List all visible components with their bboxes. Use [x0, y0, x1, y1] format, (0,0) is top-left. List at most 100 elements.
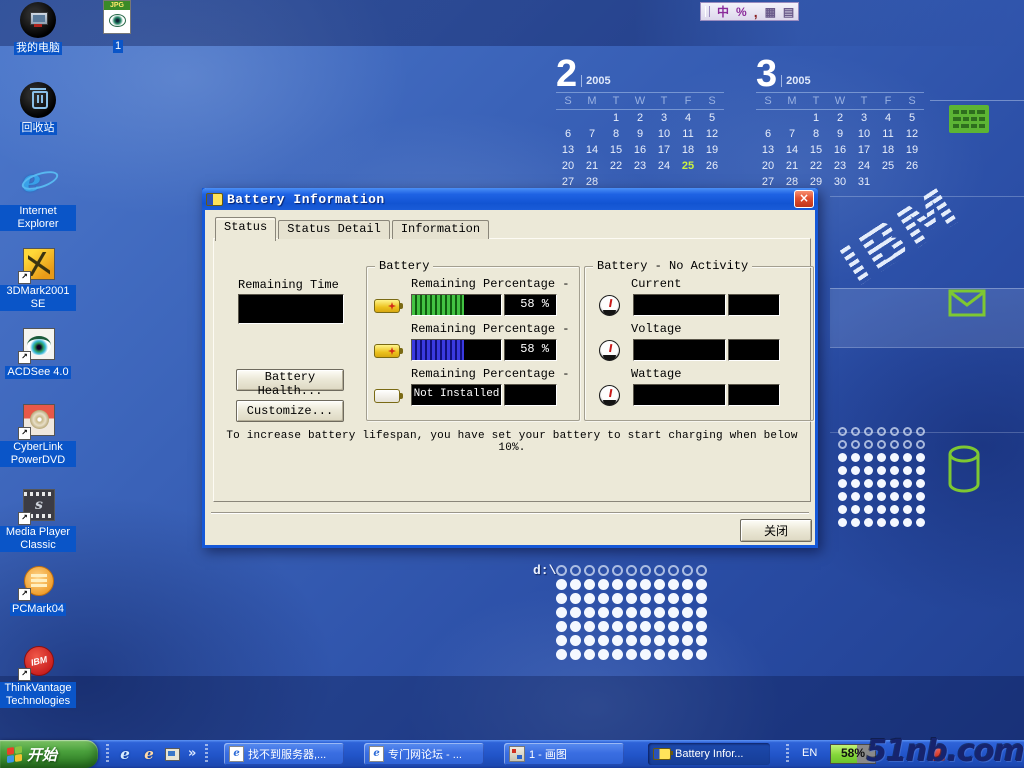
- wattage-label: Wattage: [631, 367, 681, 381]
- wallpaper-dot: [851, 427, 860, 436]
- desktop-icon-recycle-bin[interactable]: 回收站: [0, 82, 76, 136]
- wallpaper-dot: [626, 649, 637, 660]
- ie-page-icon: e: [229, 746, 244, 762]
- tray-battery-meter[interactable]: 58%: [830, 744, 876, 764]
- calendar-year: 2005: [581, 75, 610, 87]
- desktop-icon-thinkvantage[interactable]: IBM↗ ThinkVantage Technologies: [0, 643, 76, 709]
- quicklaunch-overflow-chevron[interactable]: »: [188, 745, 196, 763]
- language-indicator[interactable]: EN: [802, 747, 817, 759]
- wallpaper-dot: [654, 593, 665, 604]
- customize-button[interactable]: Customize...: [236, 400, 344, 422]
- calendar-day: 31: [852, 174, 876, 190]
- shortcut-arrow-icon: ↗: [18, 668, 31, 681]
- wattage-display: [633, 384, 726, 406]
- calendar-day: 16: [828, 142, 852, 158]
- remaining-percentage-label: Remaining Percentage -: [411, 367, 569, 381]
- desktop-icon-acdsee[interactable]: ↗ ACDSee 4.0: [0, 326, 76, 380]
- remaining-time-display: [238, 294, 344, 324]
- icon-label: 3DMark2001 SE: [0, 285, 76, 311]
- desktop-icon-jpg-file[interactable]: JPG 1: [96, 0, 140, 54]
- desktop-icon-media-player-classic[interactable]: s↗ Media Player Classic: [0, 487, 76, 553]
- calendar-february: 2 2005 SMTWTFS12345678910111213141516171…: [556, 56, 728, 190]
- shortcut-arrow-icon: ↗: [18, 427, 31, 440]
- wallpaper-dot: [612, 565, 623, 576]
- wallpaper-dot: [682, 593, 693, 604]
- close-button[interactable]: 关闭: [740, 519, 812, 542]
- ime-punctuation-icon[interactable]: ,: [754, 6, 758, 18]
- language-bar[interactable]: 中 % , ▦ ▤: [700, 2, 799, 21]
- shortcut-arrow-icon: ↗: [18, 271, 31, 284]
- desktop-icon-powerdvd[interactable]: ↗ CyberLink PowerDVD: [0, 402, 76, 468]
- ime-menu-icon[interactable]: ▤: [783, 6, 794, 18]
- wallpaper-dot: [890, 479, 899, 488]
- wallpaper-dot: [903, 505, 912, 514]
- quicklaunch-outlook-icon[interactable]: e: [140, 745, 158, 763]
- desktop-icon-internet-explorer[interactable]: e Internet Explorer: [0, 166, 76, 232]
- desktop-icon-pcmark04[interactable]: ↗ PCMark04: [0, 563, 76, 617]
- tab-status-detail[interactable]: Status Detail: [278, 220, 390, 239]
- calendar-day: 24: [652, 158, 676, 174]
- task-label: 1 - 画图: [529, 746, 567, 762]
- wallpaper-dot: [851, 479, 860, 488]
- tab-information[interactable]: Information: [392, 220, 489, 239]
- taskbar-separator[interactable]: [205, 744, 208, 764]
- calendar-day-header: F: [876, 92, 900, 110]
- wallpaper-dot: [838, 505, 847, 514]
- dot-pattern: [838, 427, 929, 531]
- calendar-day-header: T: [804, 92, 828, 110]
- ime-chinese-mode-icon[interactable]: 中: [717, 6, 729, 18]
- taskbar-task-paint[interactable]: 1 - 画图: [504, 743, 624, 765]
- calendar-day: 21: [580, 158, 604, 174]
- taskbar-separator[interactable]: [106, 744, 109, 764]
- voltage-unit-display: [728, 339, 780, 361]
- wallpaper-dot: [640, 593, 651, 604]
- battery-health-button[interactable]: Battery Health...: [236, 369, 344, 391]
- desktop: IBM d:\ 2 2005 SMTWTFS123456789101112131…: [0, 0, 1024, 768]
- wallpaper-dot: [890, 492, 899, 501]
- quicklaunch-ie-icon[interactable]: e: [116, 745, 134, 763]
- wallpaper-dot: [598, 621, 609, 632]
- wallpaper-dot: [851, 440, 860, 449]
- wallpaper-dot: [682, 579, 693, 590]
- calendar-day: 3: [652, 110, 676, 126]
- wallpaper-dot: [584, 607, 595, 618]
- quicklaunch-show-desktop-icon[interactable]: [163, 745, 181, 763]
- wallpaper-dot: [570, 579, 581, 590]
- wallpaper-dot: [877, 427, 886, 436]
- taskbar-task-server-not-found[interactable]: e 找不到服务器,...: [224, 743, 344, 765]
- calendar-day-header: S: [756, 92, 780, 110]
- calendar-day: 19: [700, 142, 724, 158]
- tray-red-icon[interactable]: [932, 748, 945, 761]
- wallpaper-dot: [570, 649, 581, 660]
- calendar-day: 10: [652, 126, 676, 142]
- calendar-day: 7: [780, 126, 804, 142]
- dialog-titlebar[interactable]: Battery Information ×: [202, 188, 818, 210]
- calendar-day: 10: [852, 126, 876, 142]
- tab-status[interactable]: Status: [215, 217, 276, 241]
- battery-icon: [653, 748, 671, 760]
- remaining-time-label: Remaining Time: [238, 278, 339, 292]
- calendar-day: 18: [876, 142, 900, 158]
- calendar-day: 7: [580, 126, 604, 142]
- close-icon[interactable]: ×: [794, 190, 814, 208]
- desktop-icon-3dmark2001[interactable]: ↗ 3DMark2001 SE: [0, 246, 76, 312]
- ime-keyboard-icon[interactable]: ▦: [765, 6, 776, 18]
- drive-label: d:\: [533, 563, 556, 578]
- keyboard-grid-icon: [948, 104, 990, 134]
- wallpaper-dot: [838, 518, 847, 527]
- desktop-icon-my-computer[interactable]: 我的电脑: [0, 2, 76, 56]
- battery-group-title: Battery: [375, 259, 433, 273]
- wallpaper-dot: [626, 579, 637, 590]
- taskbar-task-forum[interactable]: e 专门网论坛 - ...: [364, 743, 484, 765]
- start-button[interactable]: 开始: [0, 740, 98, 768]
- wallpaper-dot: [654, 649, 665, 660]
- ime-fullwidth-icon[interactable]: %: [736, 6, 747, 18]
- icon-label: 我的电脑: [14, 42, 62, 55]
- language-bar-grip[interactable]: [705, 6, 710, 17]
- calendar-day: 25: [876, 158, 900, 174]
- ie-page-icon: e: [369, 746, 384, 762]
- wallpaper-dot: [626, 593, 637, 604]
- wallpaper-dot: [668, 565, 679, 576]
- taskbar-task-battery-information[interactable]: Battery Infor...: [648, 743, 770, 765]
- wallpaper-dot: [877, 492, 886, 501]
